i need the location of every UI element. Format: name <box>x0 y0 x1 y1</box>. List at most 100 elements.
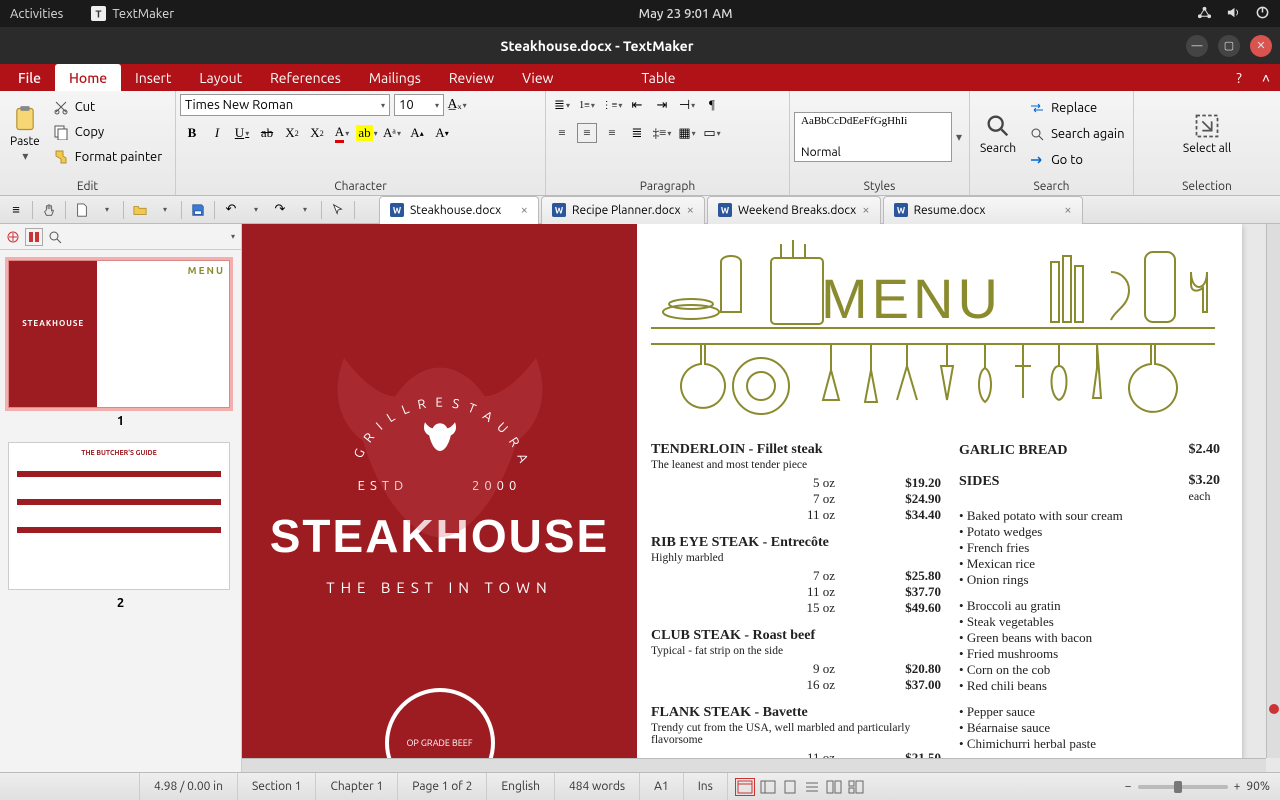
number-list-button[interactable]: 1≡▾ <box>578 96 596 114</box>
styles-expand-button[interactable]: ▾ <box>956 130 962 144</box>
underline-button[interactable]: U▾ <box>233 124 251 142</box>
shrink-font-button[interactable]: A▾ <box>433 124 451 142</box>
status-section[interactable]: Section 1 <box>238 773 317 800</box>
shading-button[interactable]: ▦▾ <box>678 124 696 142</box>
align-left-button[interactable]: ≡ <box>553 124 571 142</box>
sp-mode-a[interactable] <box>6 230 20 244</box>
doctab-resume[interactable]: W Resume.docx× <box>883 196 1083 224</box>
status-position[interactable]: 4.98 / 0.00 in <box>140 773 238 800</box>
qat-open-dropdown[interactable]: ▾ <box>155 200 175 220</box>
vertical-scrollbar[interactable] <box>1266 224 1280 758</box>
close-tab-icon[interactable]: × <box>687 203 694 217</box>
view-continuous-button[interactable] <box>782 780 798 794</box>
power-icon[interactable] <box>1255 5 1270 23</box>
zoom-level[interactable]: 90% <box>1246 780 1270 793</box>
status-page[interactable]: Page 1 of 2 <box>398 773 487 800</box>
close-tab-icon[interactable]: × <box>862 203 869 217</box>
close-tab-icon[interactable]: × <box>521 203 528 217</box>
strikethrough-button[interactable]: ab <box>258 124 276 142</box>
paste-button[interactable]: Paste▾ <box>4 94 46 174</box>
doctab-steakhouse[interactable]: W Steakhouse.docx× <box>379 196 539 224</box>
superscript-button[interactable]: X2 <box>308 124 326 142</box>
qat-new-dropdown[interactable]: ▾ <box>97 200 117 220</box>
status-wordcount[interactable]: 484 words <box>555 773 640 800</box>
qat-open[interactable] <box>130 200 150 220</box>
qat-save[interactable] <box>188 200 208 220</box>
close-button[interactable]: ✕ <box>1250 35 1272 57</box>
maximize-button[interactable]: ▢ <box>1218 35 1240 57</box>
qat-hand-tool[interactable] <box>39 200 59 220</box>
highlight-button[interactable]: ab▾ <box>358 124 376 142</box>
font-size-select[interactable]: 10▾ <box>394 94 444 116</box>
horizontal-scrollbar[interactable] <box>242 758 1266 772</box>
thumbnail-page-1[interactable]: MENU STEAKHOUSE <box>8 260 230 408</box>
clock[interactable]: May 23 9:01 AM <box>174 7 1197 21</box>
view-normal-button[interactable] <box>736 779 754 795</box>
qat-redo[interactable]: ↷ <box>270 200 290 220</box>
bold-button[interactable]: B <box>183 124 201 142</box>
align-justify-button[interactable]: ≣ <box>628 124 646 142</box>
decrease-indent-button[interactable]: ⇤ <box>628 96 646 114</box>
tab-table[interactable]: Table <box>627 64 689 91</box>
tab-file[interactable]: File <box>4 64 55 91</box>
cut-button[interactable]: Cut <box>49 96 166 118</box>
replace-button[interactable]: Replace <box>1025 97 1128 119</box>
collapse-ribbon-button[interactable]: ˄ <box>1252 64 1280 91</box>
font-family-select[interactable]: Times New Roman▾ <box>180 94 390 116</box>
view-outline-button[interactable] <box>804 780 820 794</box>
view-thumbnails-button[interactable] <box>848 780 864 794</box>
tab-mailings[interactable]: Mailings <box>355 64 435 91</box>
style-gallery[interactable]: AaBbCcDdEeFfGgHhIi Normal <box>794 112 952 162</box>
show-marks-button[interactable]: ¶ <box>703 96 721 114</box>
view-master-button[interactable] <box>760 780 776 794</box>
tab-insert[interactable]: Insert <box>121 64 185 91</box>
subscript-button[interactable]: X2 <box>283 124 301 142</box>
select-all-button[interactable]: Select all <box>1177 94 1237 174</box>
copy-button[interactable]: Copy <box>49 121 166 143</box>
activities-button[interactable]: Activities <box>10 7 63 21</box>
bullet-list-button[interactable]: ≣▾ <box>553 96 571 114</box>
borders-button[interactable]: ▭▾ <box>703 124 721 142</box>
font-color-button[interactable]: A▾ <box>333 124 351 142</box>
document-canvas[interactable]: G R I L L R E S T A U R A N T ESTD 2000 … <box>242 224 1280 772</box>
tab-home[interactable]: Home <box>55 64 121 91</box>
multilevel-list-button[interactable]: ⋮≡▾ <box>603 96 621 114</box>
qat-undo[interactable]: ↶ <box>221 200 241 220</box>
minimize-button[interactable]: — <box>1186 35 1208 57</box>
qat-sidebar-toggle[interactable]: ≡ <box>6 200 26 220</box>
sp-options[interactable]: ▾ <box>231 232 235 241</box>
grow-font-button[interactable]: A▴ <box>408 124 426 142</box>
clear-formatting-button[interactable]: A̲ₓ▾ <box>448 96 466 114</box>
increase-indent-button[interactable]: ⇥ <box>653 96 671 114</box>
status-language[interactable]: English <box>487 773 555 800</box>
thumbnail-page-2[interactable]: THE BUTCHER'S GUIDE <box>8 442 230 590</box>
tab-references[interactable]: References <box>256 64 355 91</box>
view-object-button[interactable] <box>826 780 842 794</box>
align-right-button[interactable]: ≡ <box>603 124 621 142</box>
zoom-out-button[interactable]: − <box>1125 780 1132 793</box>
zoom-in-button[interactable]: + <box>1234 780 1241 793</box>
tabs-button[interactable]: ⊣▾ <box>678 96 696 114</box>
change-case-button[interactable]: Aᵃ▾ <box>383 124 401 142</box>
tab-layout[interactable]: Layout <box>185 64 256 91</box>
align-center-button[interactable]: ≡ <box>578 124 596 142</box>
qat-new[interactable] <box>72 200 92 220</box>
status-chapter[interactable]: Chapter 1 <box>316 773 398 800</box>
format-painter-button[interactable]: Format painter <box>49 146 166 168</box>
network-icon[interactable] <box>1197 5 1212 23</box>
italic-button[interactable]: I <box>208 124 226 142</box>
help-button[interactable]: ? <box>1226 64 1251 91</box>
sp-search[interactable] <box>48 230 62 244</box>
doctab-recipe[interactable]: W Recipe Planner.docx× <box>541 196 705 224</box>
tab-review[interactable]: Review <box>435 64 508 91</box>
search-again-button[interactable]: Search again <box>1025 123 1128 145</box>
qat-undo-dropdown[interactable]: ▾ <box>246 200 266 220</box>
qat-redo-dropdown[interactable]: ▾ <box>295 200 315 220</box>
zoom-slider[interactable] <box>1138 785 1228 789</box>
qat-cursor-mode[interactable] <box>328 200 348 220</box>
tab-view[interactable]: View <box>508 64 567 91</box>
close-tab-icon[interactable]: × <box>1064 203 1071 217</box>
status-insert-mode[interactable]: Ins <box>684 773 728 800</box>
app-menu[interactable]: T TextMaker <box>91 6 174 21</box>
search-button[interactable]: Search <box>974 94 1022 174</box>
